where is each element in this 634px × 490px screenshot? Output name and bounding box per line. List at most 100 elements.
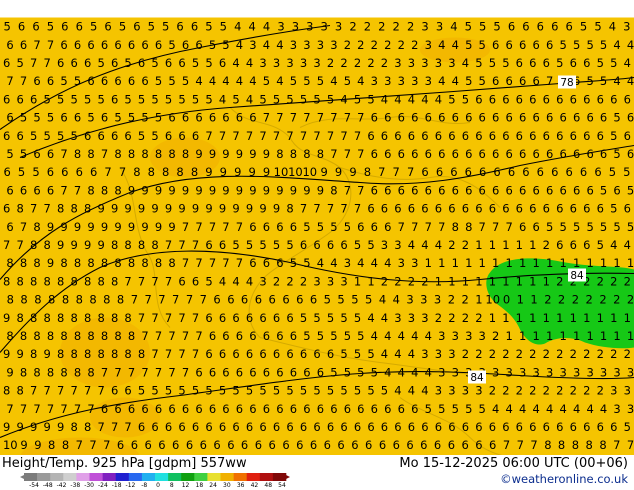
credit-link[interactable]: ©weatheronline.co.uk — [500, 472, 628, 486]
grid-value: 6 — [546, 147, 553, 161]
grid-value: 5 — [367, 384, 374, 398]
grid-value: 6 — [357, 220, 364, 234]
grid-value: 7 — [182, 329, 189, 343]
grid-value: 6 — [296, 438, 303, 452]
grid-value: 6 — [600, 147, 607, 161]
grid-value: 5 — [465, 74, 472, 88]
grid-value: 6 — [209, 365, 216, 379]
grid-value: 5 — [71, 129, 78, 143]
grid-value: 6 — [18, 20, 25, 34]
grid-value: 1 — [475, 293, 482, 307]
grid-value: 9 — [195, 147, 202, 161]
grid-value: 5 — [165, 92, 172, 106]
grid-value: 8 — [60, 329, 67, 343]
grid-value: 3 — [448, 347, 455, 361]
grid-value: 2 — [273, 274, 280, 288]
grid-value: 6 — [519, 38, 526, 52]
grid-value: 7 — [165, 238, 172, 252]
grid-value: 1 — [435, 274, 442, 288]
grid-value: 6 — [489, 92, 496, 106]
grid-value: 6 — [533, 147, 540, 161]
grid-value: 6 — [384, 220, 391, 234]
grid-value: 5 — [465, 402, 472, 416]
grid-value: 2 — [462, 238, 469, 252]
grid-value: 8 — [30, 274, 37, 288]
contour-label: 84 — [468, 370, 486, 384]
grid-value: 6 — [556, 129, 563, 143]
grid-value: 3 — [398, 74, 405, 88]
grid-value: 5 — [367, 238, 374, 252]
grid-value: 8 — [103, 293, 110, 307]
grid-value: 7 — [151, 347, 158, 361]
colorbar-segment — [89, 473, 103, 481]
grid-value: 6 — [114, 74, 121, 88]
grid-value: 3 — [421, 311, 428, 325]
grid-value: 6 — [493, 165, 500, 179]
grid-value: 9 — [84, 238, 91, 252]
grid-value: 8 — [586, 438, 593, 452]
grid-value: 9 — [74, 220, 81, 234]
grid-value: 3 — [475, 384, 482, 398]
grid-value: 7 — [124, 274, 131, 288]
grid-value: 2 — [448, 311, 455, 325]
grid-value: 7 — [398, 220, 405, 234]
grid-value: 5 — [600, 220, 607, 234]
grid-value: 4 — [263, 38, 270, 52]
grid-value: 4 — [398, 329, 405, 343]
grid-value: 6 — [178, 420, 185, 434]
grid-value: 7 — [393, 165, 400, 179]
grid-value: 6 — [273, 347, 280, 361]
grid-value: 5 — [560, 220, 567, 234]
grid-value: 7 — [378, 165, 385, 179]
grid-value: 6 — [384, 402, 391, 416]
grid-value: 7 — [506, 220, 513, 234]
grid-value: 7 — [30, 56, 37, 70]
grid-value: 8 — [33, 220, 40, 234]
grid-value: 4 — [452, 38, 459, 52]
grid-value: 5 — [365, 293, 372, 307]
grid-value: 6 — [448, 420, 455, 434]
grid-value: 7 — [145, 293, 152, 307]
grid-value: 5 — [263, 74, 270, 88]
grid-value: 1 — [367, 274, 374, 288]
grid-value: 6 — [273, 420, 280, 434]
grid-value: 5 — [20, 147, 27, 161]
grid-value: 4 — [357, 256, 364, 270]
grid-value: 6 — [594, 165, 601, 179]
grid-value: 8 — [71, 274, 78, 288]
grid-value: 6 — [408, 420, 415, 434]
grid-value: 6 — [610, 420, 617, 434]
grid-value: 6 — [178, 129, 185, 143]
grid-value: 6 — [90, 165, 97, 179]
grid-value: 8 — [317, 147, 324, 161]
grid-value: 6 — [84, 129, 91, 143]
grid-value: 8 — [111, 311, 118, 325]
grid-value: 5 — [303, 220, 310, 234]
grid-value: 7 — [47, 38, 54, 52]
grid-value: 6 — [33, 147, 40, 161]
grid-value: 2 — [364, 20, 371, 34]
grid-value: 7 — [74, 402, 81, 416]
grid-value: 6 — [61, 20, 68, 34]
grid-value: 7 — [168, 365, 175, 379]
grid-value: 5 — [610, 129, 617, 143]
grid-value: 8 — [17, 274, 24, 288]
grid-value: 6 — [276, 365, 283, 379]
grid-value: 4 — [408, 92, 415, 106]
grid-value: 6 — [263, 329, 270, 343]
grid-value: 4 — [357, 74, 364, 88]
grid-value: 6 — [191, 20, 198, 34]
grid-value: 3 — [627, 365, 634, 379]
grid-value: 6 — [587, 147, 594, 161]
grid-value: 5 — [354, 311, 361, 325]
grid-value: 4 — [450, 20, 457, 34]
grid-value: 5 — [20, 111, 27, 125]
grid-value: 2 — [556, 274, 563, 288]
grid-value: 6 — [452, 147, 459, 161]
grid-value: 6 — [516, 92, 523, 106]
grid-value: 6 — [3, 202, 10, 216]
grid-value: 7 — [313, 202, 320, 216]
grid-value: 6 — [421, 129, 428, 143]
grid-value: 5 — [17, 56, 24, 70]
grid-value: 7 — [103, 438, 110, 452]
